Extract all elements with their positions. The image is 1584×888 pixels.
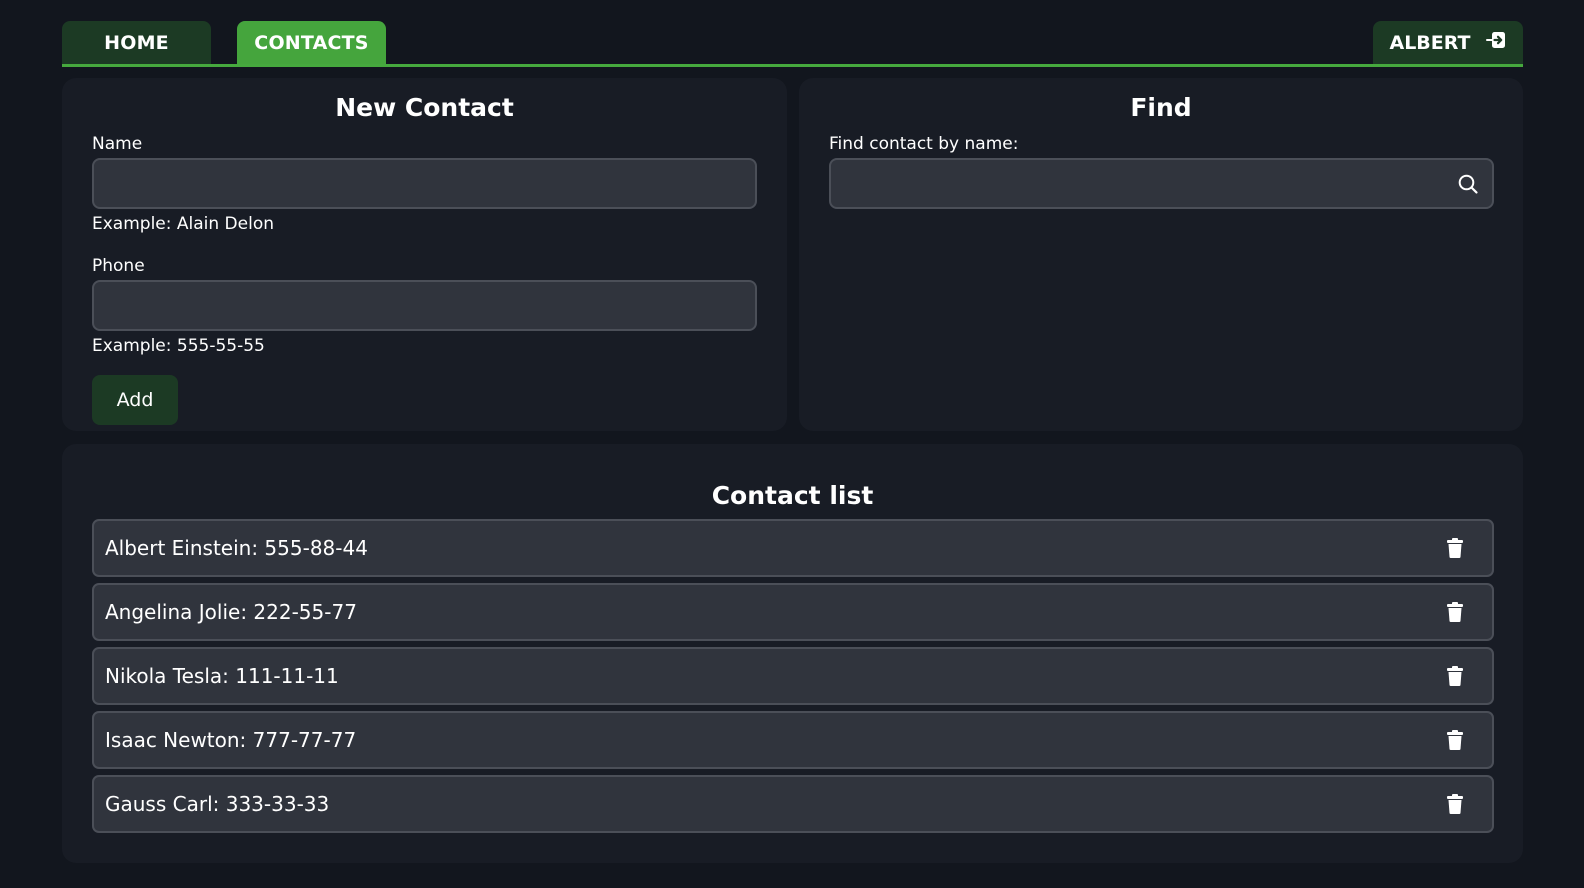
tab-home[interactable]: HOME	[62, 21, 211, 64]
new-contact-title: New Contact	[335, 93, 514, 122]
trash-icon[interactable]	[1445, 665, 1465, 687]
new-contact-panel: New Contact Name Example: Alain Delon Ph…	[62, 78, 787, 431]
list-item: Angelina Jolie: 222-55-77	[92, 583, 1494, 641]
top-navigation: HOME CONTACTS ALBERT	[62, 21, 1523, 67]
trash-icon[interactable]	[1445, 793, 1465, 815]
contact-text: Nikola Tesla: 111-11-11	[105, 664, 339, 688]
app: HOME CONTACTS ALBERT New Contact Name Ex…	[0, 0, 1584, 888]
add-contact-button[interactable]: Add	[92, 375, 178, 425]
list-item: Isaac Newton: 777-77-77	[92, 711, 1494, 769]
search-icon[interactable]	[1457, 173, 1479, 195]
find-input[interactable]	[829, 158, 1494, 209]
contact-text: Gauss Carl: 333-33-33	[105, 792, 330, 816]
phone-label: Phone	[92, 256, 145, 276]
phone-hint: Example: 555-55-55	[92, 336, 265, 356]
name-hint: Example: Alain Delon	[92, 214, 275, 234]
contact-list-panel: Contact list Albert Einstein: 555-88-44 …	[62, 444, 1523, 863]
find-title: Find	[1130, 93, 1192, 122]
user-name: ALBERT	[1389, 31, 1471, 54]
logout-icon	[1485, 30, 1507, 55]
trash-icon[interactable]	[1445, 729, 1465, 751]
contact-list: Albert Einstein: 555-88-44 Angelina Joli…	[92, 519, 1494, 839]
tab-contacts[interactable]: CONTACTS	[237, 21, 386, 64]
find-label: Find contact by name:	[829, 134, 1019, 154]
list-item: Gauss Carl: 333-33-33	[92, 775, 1494, 833]
contact-text: Angelina Jolie: 222-55-77	[105, 600, 357, 624]
trash-icon[interactable]	[1445, 601, 1465, 623]
trash-icon[interactable]	[1445, 537, 1465, 559]
contact-list-title: Contact list	[711, 481, 874, 510]
phone-input[interactable]	[92, 280, 757, 331]
find-panel: Find Find contact by name:	[799, 78, 1523, 431]
list-item: Albert Einstein: 555-88-44	[92, 519, 1494, 577]
name-label: Name	[92, 134, 143, 154]
list-item: Nikola Tesla: 111-11-11	[92, 647, 1494, 705]
user-logout-button[interactable]: ALBERT	[1373, 21, 1523, 64]
name-input[interactable]	[92, 158, 757, 209]
contact-text: Isaac Newton: 777-77-77	[105, 728, 357, 752]
contact-text: Albert Einstein: 555-88-44	[105, 536, 368, 560]
